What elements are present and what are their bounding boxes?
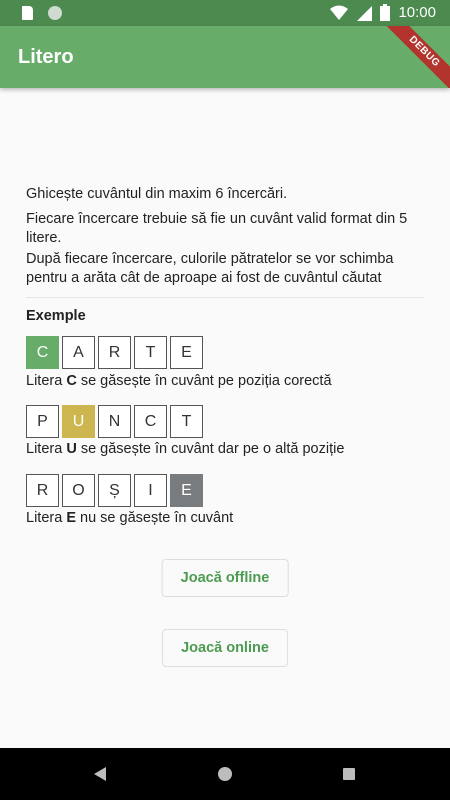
examples-title: Exemple [26,308,86,324]
intro-line-2: Fiecare încercare trebuie să fie un cuvâ… [26,211,408,246]
caption-letter: U [66,441,77,457]
letter-tile: E [170,336,203,369]
app-bar: Litero DEBUG [0,26,450,88]
letter-tile: T [170,405,203,438]
intro-line-3: După fiecare încercare, culorile pătrate… [26,251,394,286]
intro-line-1: Ghicește cuvântul din maxim 6 încercări. [26,186,288,202]
sd-card-icon [22,6,33,20]
letter-tile: U [62,405,95,438]
example-caption-2: Litera U se găsește în cuvânt dar pe o a… [26,441,344,457]
letter-tile: C [134,405,167,438]
recents-icon[interactable] [343,768,355,780]
play-online-button[interactable]: Joacă online [162,629,288,667]
wifi-icon [330,5,349,20]
example-row-2: P U N C T [26,405,203,438]
letter-tile: O [62,474,95,507]
letter-tile: I [134,474,167,507]
caption-suffix: se găsește în cuvânt pe poziția corectă [76,373,332,389]
status-bar: 10:00 [0,0,450,26]
clock: 10:00 [398,4,436,21]
caption-prefix: Litera [26,373,67,389]
letter-tile: A [62,336,95,369]
caption-suffix: se găsește în cuvânt dar pe o altă poziț… [76,441,345,457]
letter-tile: N [98,405,131,438]
system-nav-bar [0,748,450,800]
letter-tile: R [98,336,131,369]
divider [26,297,424,298]
signal-icon [357,5,373,21]
letter-tile: T [134,336,167,369]
home-icon[interactable] [218,767,232,781]
back-icon[interactable] [94,767,106,781]
letter-tile: P [26,405,59,438]
status-icons: 10:00 [330,4,436,21]
notification-icon [48,6,62,20]
example-caption-3: Litera E nu se găsește în cuvânt [26,510,233,526]
letter-tile: R [26,474,59,507]
example-row-1: C A R T E [26,336,203,369]
caption-letter: E [66,510,76,526]
letter-tile: E [170,474,203,507]
example-row-3: R O Ș I E [26,474,203,507]
caption-prefix: Litera [26,510,67,526]
app-title: Litero [18,46,74,68]
caption-suffix: nu se găsește în cuvânt [75,510,234,526]
caption-prefix: Litera [26,441,67,457]
debug-banner: DEBUG [375,26,450,88]
letter-tile: C [26,336,59,369]
caption-letter: C [66,373,77,389]
example-caption-1: Litera C se găsește în cuvânt pe poziția… [26,373,332,389]
battery-icon [380,4,391,21]
letter-tile: Ș [98,474,131,507]
play-offline-button[interactable]: Joacă offline [161,559,289,597]
